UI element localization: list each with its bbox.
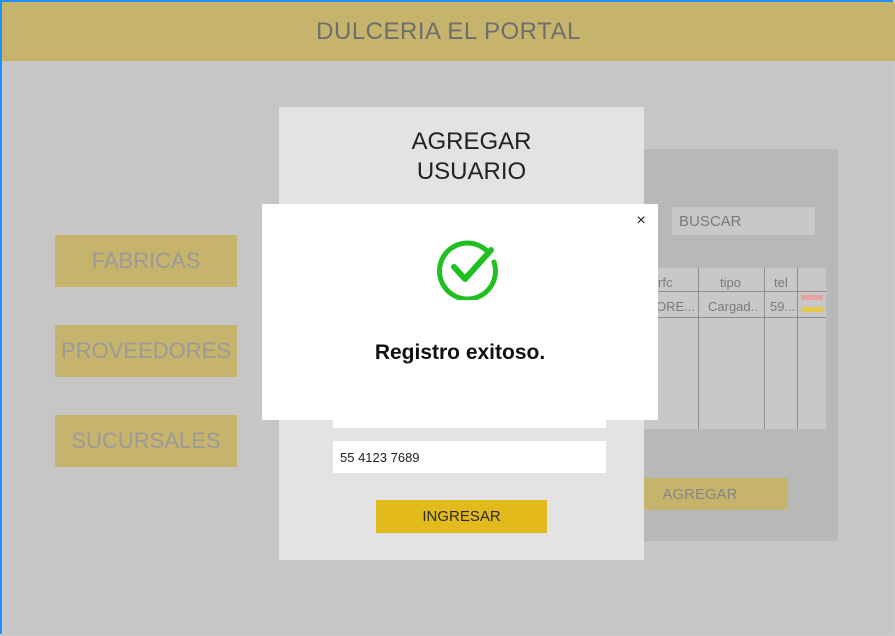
add-user-title-line1: AGREGAR xyxy=(411,128,532,155)
column-header-tipo: tipo xyxy=(720,275,741,290)
sidebar-item-label: FABRICAS xyxy=(91,248,201,273)
search-placeholder: BUSCAR xyxy=(679,212,742,230)
column-divider xyxy=(797,268,798,429)
sidebar-item-sucursales[interactable]: SUCURSALES xyxy=(55,415,237,467)
delete-icon[interactable] xyxy=(801,307,823,312)
submit-button-label: INGRESAR xyxy=(422,508,501,525)
table-row-divider xyxy=(640,317,826,318)
sidebar-item-fabricas[interactable]: FABRICAS xyxy=(55,235,237,287)
table-header-divider xyxy=(640,291,826,292)
sidebar-item-label: PROVEEDORES xyxy=(61,338,231,363)
add-user-title: AGREGAR USUARIO xyxy=(279,127,664,187)
column-header-tel: tel xyxy=(774,275,788,290)
edit-icon[interactable] xyxy=(801,295,823,300)
check-circle-icon xyxy=(437,240,498,300)
search-input[interactable]: BUSCAR xyxy=(672,207,815,235)
table-cell-rfc: ORE... xyxy=(656,299,696,314)
close-icon[interactable]: × xyxy=(634,213,648,229)
phone-field-value: 55 4123 7689 xyxy=(340,449,420,465)
column-header-rfc: rfc xyxy=(658,275,673,290)
column-divider xyxy=(764,268,765,429)
app-title: DULCERIA EL PORTAL xyxy=(316,17,581,45)
data-table: rfc tipo tel ORE... Cargad.. 59... xyxy=(640,268,826,429)
phone-field[interactable]: 55 4123 7689 xyxy=(333,441,606,473)
success-message: Registro exitoso. xyxy=(374,341,546,364)
app-header: DULCERIA EL PORTAL xyxy=(2,2,895,61)
column-divider xyxy=(698,268,699,429)
success-modal: × Registro exitoso. xyxy=(262,204,658,420)
sidebar-item-proveedores[interactable]: PROVEEDORES xyxy=(55,325,237,377)
add-user-title-line2: USUARIO xyxy=(416,158,527,185)
add-button-label: AGREGAR xyxy=(662,485,738,503)
table-cell-tel: 59... xyxy=(770,299,796,314)
table-cell-tipo: Cargad.. xyxy=(708,299,758,314)
sidebar-item-label: SUCURSALES xyxy=(71,428,221,453)
submit-button[interactable]: INGRESAR xyxy=(376,500,547,533)
